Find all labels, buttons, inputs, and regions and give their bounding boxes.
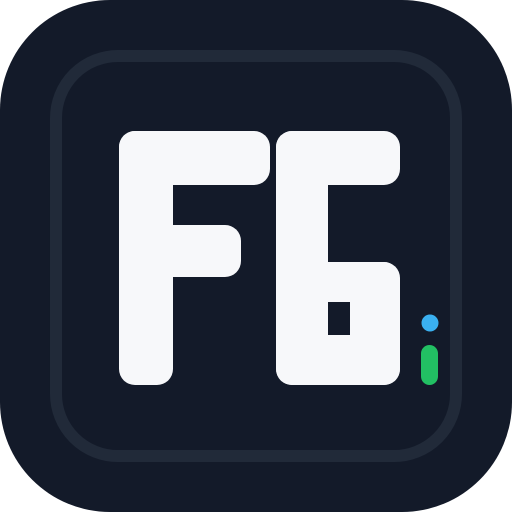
app-icon [0,0,512,512]
fg-app-icon-graphic [0,0,512,512]
blue-dot-icon [421,314,439,332]
green-bar-icon [421,345,438,385]
g-counter [328,302,350,335]
